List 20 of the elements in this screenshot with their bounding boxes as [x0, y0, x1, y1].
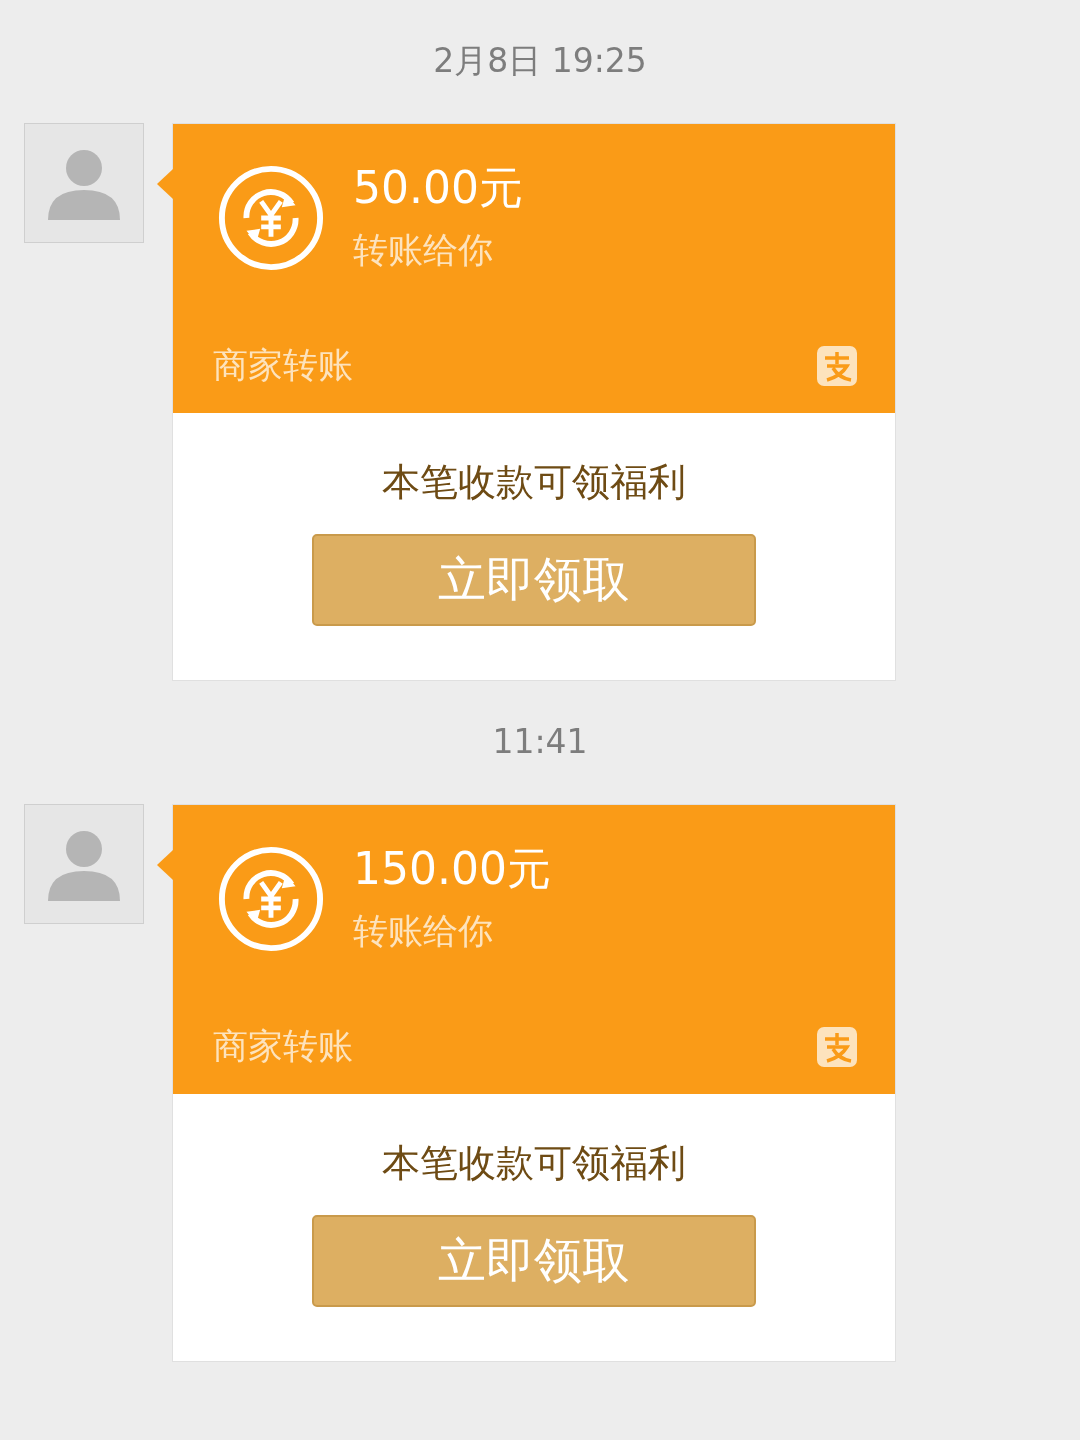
transfer-source: 商家转账 [213, 1025, 353, 1068]
avatar[interactable] [24, 123, 144, 243]
transfer-amount: 150.00元 [353, 843, 551, 896]
bubble-tail [157, 169, 173, 199]
transfer-subtitle: 转账给你 [353, 909, 494, 953]
currency-exchange-icon [217, 163, 325, 272]
payment-logo-icon [817, 345, 857, 386]
currency-exchange-icon [217, 844, 325, 953]
avatar[interactable] [24, 804, 144, 924]
bubble-tail [157, 850, 173, 880]
transfer-subtitle: 转账给你 [353, 228, 494, 272]
timestamp: 11:41 [492, 725, 588, 758]
promo-text: 本笔收款可领福利 [382, 1140, 686, 1187]
transfer-card[interactable]: 50.00元 转账给你 商家转账 本笔收款可领福利 立即领取 [172, 123, 896, 681]
transfer-amount: 50.00元 [353, 162, 523, 215]
promo-text: 本笔收款可领福利 [382, 459, 686, 506]
payment-logo-icon [817, 1026, 857, 1067]
transfer-card[interactable]: 150.00元 转账给你 商家转账 本笔收款可领福利 立即领取 [172, 804, 896, 1362]
transfer-source: 商家转账 [213, 344, 353, 387]
timestamp: 2月8日 19:25 [433, 44, 647, 77]
